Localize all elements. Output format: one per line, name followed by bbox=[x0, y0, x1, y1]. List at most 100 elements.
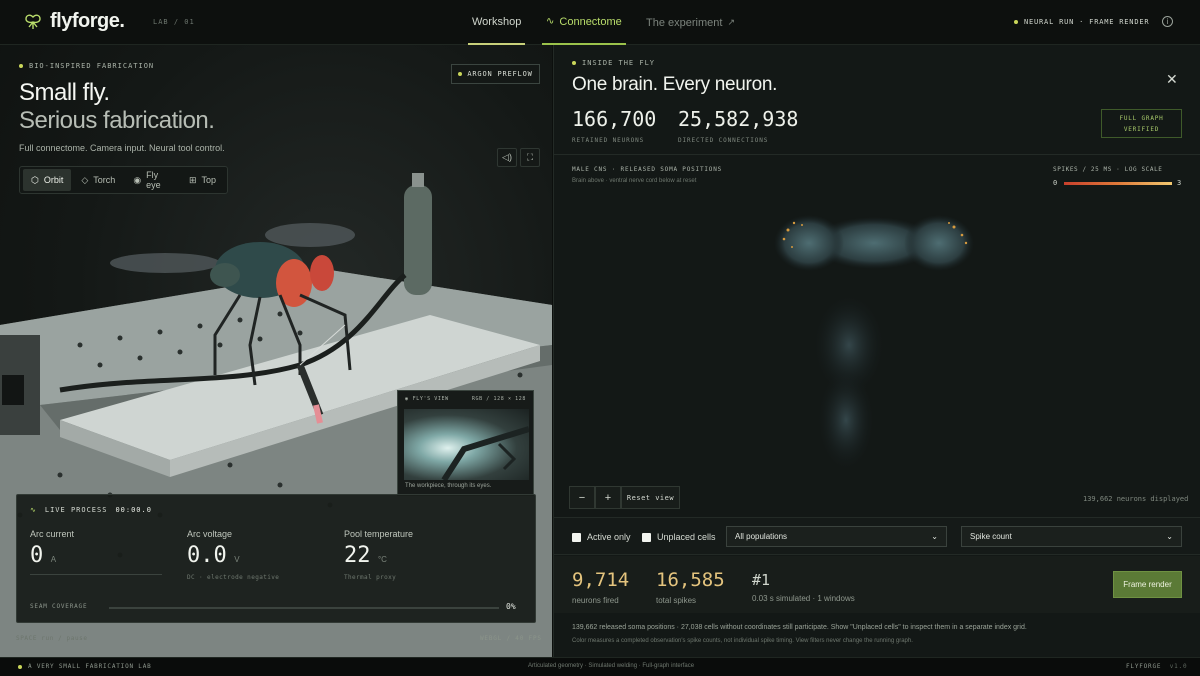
tab-experiment[interactable]: The experiment ↗ bbox=[642, 0, 739, 45]
run-status: NEURAL RUN · FRAME RENDER bbox=[1014, 18, 1149, 26]
external-link-icon: ↗ bbox=[727, 17, 735, 27]
eye-icon: ◉ bbox=[133, 174, 142, 185]
zoom-out-label: − bbox=[578, 491, 586, 504]
panel-eyebrow-text: INSIDE THE FLY bbox=[582, 59, 656, 67]
argon-preflow-button[interactable]: ARGON PREFLOW bbox=[451, 64, 540, 84]
window-rank-stat: #1 0.03 s simulated · 1 windows bbox=[752, 571, 855, 603]
pool-temp-label: Pool temperature bbox=[344, 529, 414, 539]
zoom-out-button[interactable]: − bbox=[569, 486, 595, 509]
arc-voltage-unit: V bbox=[234, 555, 240, 564]
neurons-fired-label: neurons fired bbox=[572, 596, 619, 605]
arc-voltage-label: Arc voltage bbox=[187, 529, 233, 539]
footer-dot bbox=[18, 664, 22, 669]
metric-select-value: Spike count bbox=[970, 532, 1012, 541]
fly-view-meta: RGB / 128 × 128 bbox=[471, 396, 526, 402]
active-only-label: Active only bbox=[587, 532, 631, 542]
chevron-down-icon: ⌄ bbox=[1166, 532, 1173, 541]
argon-label: ARGON PREFLOW bbox=[467, 70, 533, 78]
cube-icon: ⬡ bbox=[31, 174, 39, 185]
tab-connectome[interactable]: ∿ Connectome bbox=[542, 0, 626, 45]
neurons-displayed: 139,662 neurons displayed bbox=[1083, 495, 1189, 503]
pool-temp-value: 22 bbox=[344, 543, 371, 568]
footer-left-text: A VERY SMALL FABRICATION LAB bbox=[28, 663, 152, 670]
neurons-fired-stat: 9,714 neurons fired bbox=[572, 569, 629, 605]
unplaced-cells-label: Unplaced cells bbox=[657, 532, 716, 542]
footer-right: FLYFORGE v1.0 bbox=[1126, 663, 1187, 670]
reset-view-button[interactable]: Reset view bbox=[621, 486, 680, 509]
scene-eyebrow-text: BIO-INSPIRED FABRICATION bbox=[29, 62, 155, 70]
live-process-panel: ∿ LIVE PROCESS 00:00.0 Arc current 0 A A… bbox=[16, 494, 536, 623]
results-bar: 9,714 neurons fired 16,585 total spikes … bbox=[554, 556, 1200, 613]
fullscreen-button[interactable]: ⛶ bbox=[520, 148, 540, 167]
frame-render-label: Frame render bbox=[1123, 580, 1172, 589]
eyebrow-dot bbox=[572, 61, 576, 65]
info-icon[interactable]: i bbox=[1162, 16, 1173, 27]
fly-view-image bbox=[404, 409, 529, 480]
sound-button[interactable]: ◁) bbox=[497, 148, 517, 167]
top-navigation: flyforge. LAB / 01 Workshop ∿ Connectome… bbox=[0, 0, 1200, 45]
mode-torch-label: Torch bbox=[93, 175, 116, 185]
active-only-checkbox[interactable]: Active only bbox=[572, 532, 631, 542]
mode-top-label: Top bbox=[201, 175, 216, 185]
arc-voltage-note: DC · electrode negative bbox=[187, 574, 280, 581]
scene-eyebrow: BIO-INSPIRED FABRICATION bbox=[19, 62, 154, 70]
footer-center: Articulated geometry · Simulated welding… bbox=[528, 663, 695, 669]
run-status-text: NEURAL RUN · FRAME RENDER bbox=[1024, 18, 1150, 26]
viz-subtitle: Brain above · ventral nerve cord below a… bbox=[572, 178, 697, 184]
stat-neurons: 166,700 RETAINED NEURONS bbox=[572, 107, 656, 144]
checkbox-box[interactable] bbox=[642, 532, 651, 542]
arc-voltage-value: 0.0 bbox=[187, 543, 227, 568]
zoom-in-button[interactable]: + bbox=[595, 486, 621, 509]
fly-view-panel: ◉ FLY'S VIEW RGB / 128 × 128 The workpie… bbox=[397, 390, 534, 496]
reset-view-label: Reset view bbox=[626, 493, 675, 502]
soma-note: 139,662 released soma positions · 27,038… bbox=[572, 624, 1027, 631]
brain-visualization[interactable] bbox=[764, 195, 984, 485]
verified-line1: FULL GRAPH bbox=[1119, 115, 1164, 122]
speaker-icon: ◁) bbox=[502, 152, 512, 162]
tab-workshop[interactable]: Workshop bbox=[468, 0, 526, 45]
filter-bar: Active only Unplaced cells All populatio… bbox=[554, 517, 1200, 555]
frame-render-button[interactable]: Frame render bbox=[1113, 571, 1182, 598]
logo[interactable]: flyforge. bbox=[24, 10, 125, 33]
fly-view-title: FLY'S VIEW bbox=[412, 396, 449, 402]
status-dot bbox=[1014, 20, 1018, 24]
zoom-in-label: + bbox=[604, 491, 612, 504]
color-note: Color measures a completed observation's… bbox=[572, 638, 913, 644]
checkbox-box[interactable] bbox=[572, 532, 581, 542]
mode-fly-eye-label: Fly eye bbox=[146, 170, 161, 190]
pool-temp-note: Thermal proxy bbox=[344, 574, 397, 581]
pulse-icon: ∿ bbox=[546, 16, 555, 27]
mode-fly-eye[interactable]: ◉ Fly eye bbox=[125, 169, 179, 191]
live-timer: 00:00.0 bbox=[115, 506, 152, 514]
window-rank-label: 0.03 s simulated · 1 windows bbox=[752, 594, 855, 603]
unplaced-cells-checkbox[interactable]: Unplaced cells bbox=[642, 532, 716, 542]
mode-top[interactable]: ⊞ Top bbox=[181, 169, 224, 191]
spikes-scale-max: 3 bbox=[1177, 179, 1182, 187]
arc-current-value: 0 bbox=[30, 543, 44, 568]
spikes-scale-label: SPIKES / 25 MS · LOG SCALE bbox=[1053, 166, 1163, 173]
seam-coverage-label: SEAM COVERAGE bbox=[30, 603, 88, 610]
connectome-panel: INSIDE THE FLY One brain. Every neuron. … bbox=[553, 45, 1200, 657]
fly-view-caption: The workpiece, through its eyes. bbox=[405, 483, 492, 489]
close-icon[interactable]: ✕ bbox=[1166, 71, 1178, 88]
metric-select[interactable]: Spike count ⌄ bbox=[961, 526, 1182, 547]
logo-text: flyforge. bbox=[50, 10, 125, 32]
graph-verified-badge: FULL GRAPH VERIFIED bbox=[1101, 109, 1182, 138]
stat-neurons-value: 166,700 bbox=[572, 107, 657, 131]
tab-connectome-label: Connectome bbox=[559, 15, 622, 28]
fps-readout: WEBGL / 40 FPS bbox=[480, 635, 542, 642]
grid-icon: ⊞ bbox=[188, 174, 197, 185]
camera-mode-group: ⬡ Orbit ◇ Torch ◉ Fly eye ⊞ Top bbox=[19, 166, 228, 194]
neurons-fired-value: 9,714 bbox=[572, 569, 630, 591]
eye-icon: ◉ bbox=[405, 396, 409, 402]
mode-orbit-label: Orbit bbox=[43, 175, 64, 185]
mode-torch[interactable]: ◇ Torch bbox=[73, 169, 123, 191]
workshop-scene[interactable]: BIO-INSPIRED FABRICATION Small fly. Seri… bbox=[0, 45, 552, 657]
pulse-icon: ∿ bbox=[30, 506, 37, 514]
spikes-scale-min: 0 bbox=[1053, 179, 1058, 187]
stat-neurons-label: RETAINED NEURONS bbox=[572, 137, 645, 144]
population-select[interactable]: All populations ⌄ bbox=[726, 526, 947, 547]
mode-orbit[interactable]: ⬡ Orbit bbox=[23, 169, 72, 191]
tab-experiment-label: The experiment bbox=[646, 16, 723, 29]
pool-temp-unit: °C bbox=[377, 555, 387, 564]
